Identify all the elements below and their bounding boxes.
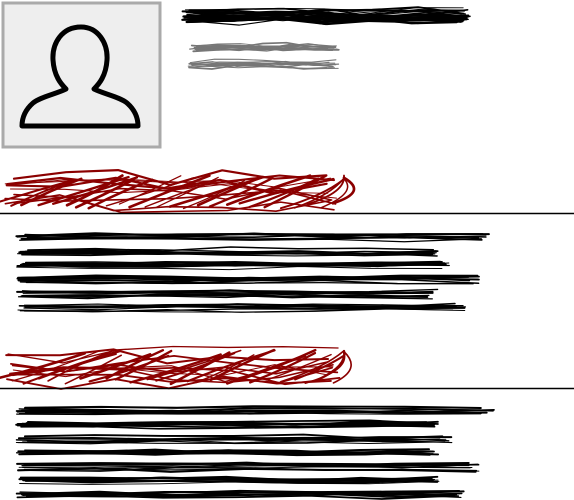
resume-sketch bbox=[0, 1, 574, 500]
section-heading bbox=[0, 345, 352, 390]
name-scribble bbox=[181, 6, 471, 26]
profile-photo bbox=[1, 1, 162, 149]
subtitle-scribbles bbox=[187, 41, 340, 70]
section-heading bbox=[0, 169, 356, 214]
section-body-lines bbox=[15, 232, 490, 313]
section-body-lines bbox=[15, 405, 495, 500]
